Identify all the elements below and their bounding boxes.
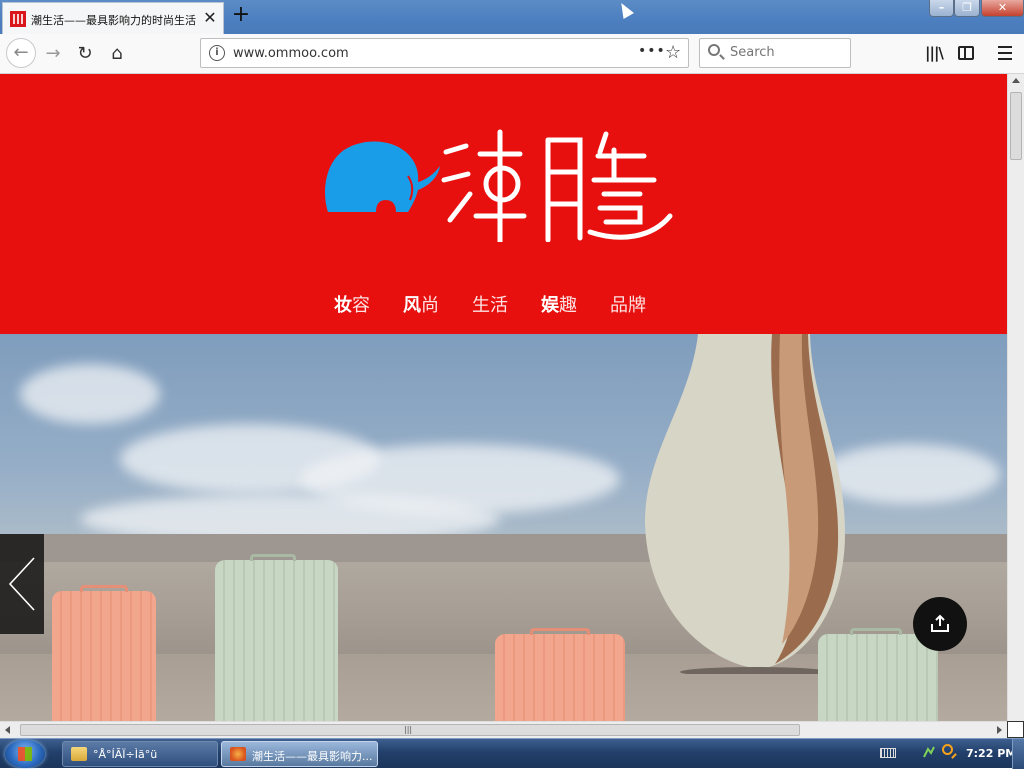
tab-title: 潮生活——最具影响力的时尚生活: [31, 14, 196, 27]
browser-tab-bar: 潮生活——最具影响力的时尚生活 ✕ + – ❐ ✕: [0, 0, 1024, 34]
hero-banner-image[interactable]: [0, 334, 1007, 721]
start-button[interactable]: [5, 740, 45, 768]
keyboard-icon[interactable]: [880, 748, 896, 758]
search-tray-icon[interactable]: [942, 744, 953, 755]
share-button[interactable]: [913, 597, 967, 651]
nav-item-fashion-rest: 尚: [421, 295, 439, 316]
home-button[interactable]: ⌂: [103, 40, 131, 68]
search-icon: [708, 44, 720, 56]
browser-tab[interactable]: 潮生活——最具影响力的时尚生活 ✕: [2, 2, 224, 34]
elephant-logo-icon[interactable]: [322, 134, 442, 219]
share-upload-icon: [931, 614, 949, 632]
cloud: [20, 364, 160, 424]
reload-button[interactable]: ↻: [71, 40, 99, 68]
carousel-prev-button[interactable]: [0, 534, 44, 634]
suitcase-handle: [530, 628, 590, 635]
taskbar-item-label: 潮生活——最具影响力...: [252, 750, 373, 763]
nav-item-entertainment-rest: 趣: [559, 295, 577, 316]
firefox-icon: [230, 747, 246, 761]
close-window-button[interactable]: ✕: [981, 0, 1024, 17]
show-desktop-button[interactable]: [1012, 739, 1024, 769]
address-url[interactable]: www.ommoo.com: [233, 46, 349, 61]
folder-icon: [71, 747, 87, 761]
navigation-toolbar: ← → ↻ ⌂ i www.ommoo.com ••• ☆: [0, 34, 1024, 74]
network-icon[interactable]: [922, 745, 936, 759]
vertical-scrollbar[interactable]: [1007, 74, 1024, 721]
taskbar-clock[interactable]: 7:22 PM: [966, 747, 1016, 760]
library-icon[interactable]: |||\: [925, 44, 944, 62]
nav-item-brand[interactable]: 品牌: [610, 291, 646, 317]
nav-item-makeup[interactable]: 妆容: [334, 291, 370, 317]
suitcase-handle: [80, 585, 128, 592]
close-tab-icon[interactable]: ✕: [200, 8, 220, 28]
search-bar[interactable]: [699, 38, 851, 68]
back-button[interactable]: ←: [6, 38, 36, 68]
scroll-left-arrow-icon[interactable]: [5, 726, 10, 734]
scroll-up-arrow-icon[interactable]: [1012, 78, 1020, 83]
vase-sculpture: [644, 334, 845, 674]
site-favicon-icon: [10, 11, 26, 27]
nav-item-life-rest: 活: [490, 295, 508, 316]
taskbar-item-firefox[interactable]: 潮生活——最具影响力...: [221, 741, 378, 767]
site-header: 妆容 风尚 生活 娱趣 品牌: [0, 74, 1007, 334]
site-logo-wordmark[interactable]: [440, 112, 675, 242]
nav-item-brand-first: 品: [610, 295, 628, 316]
forward-button[interactable]: →: [39, 40, 67, 68]
nav-item-makeup-first: 妆: [334, 295, 352, 316]
site-info-icon[interactable]: i: [209, 45, 225, 61]
scroll-grip-icon: |||: [404, 725, 413, 734]
suitcase: [818, 634, 938, 721]
nav-item-entertainment-first: 娱: [541, 295, 559, 316]
nav-item-life[interactable]: 生活: [472, 291, 508, 317]
vertical-scroll-thumb[interactable]: [1010, 92, 1022, 160]
nav-item-brand-rest: 牌: [628, 295, 646, 316]
horizontal-scrollbar[interactable]: |||: [0, 721, 1024, 738]
page-viewport: 妆容 风尚 生活 娱趣 品牌: [0, 74, 1007, 721]
suitcase-handle: [250, 554, 296, 561]
window-controls: – ❐ ✕: [928, 0, 1024, 18]
suitcase: [495, 634, 625, 721]
nav-item-fashion-first: 风: [403, 295, 421, 316]
nav-item-life-first: 生: [472, 295, 490, 316]
bookmark-star-icon[interactable]: ☆: [665, 42, 681, 63]
scrollbar-corner: [1007, 721, 1024, 738]
nav-item-fashion[interactable]: 风尚: [403, 291, 439, 317]
chevron-left-icon: [8, 557, 35, 611]
nav-item-entertainment[interactable]: 娱趣: [541, 291, 577, 317]
restore-window-button[interactable]: ❐: [954, 0, 980, 17]
hamburger-menu-icon[interactable]: [998, 46, 1012, 60]
mouse-cursor-icon: [616, 0, 634, 19]
page-actions-menu-icon[interactable]: •••: [638, 43, 666, 59]
suitcase: [52, 591, 156, 721]
sidebar-toggle-icon[interactable]: [958, 46, 974, 60]
suitcase: [215, 560, 338, 721]
taskbar-item-explorer[interactable]: °Å°ÍÃÏ÷Ìã°ü: [62, 741, 218, 767]
taskbar-item-label: °Å°ÍÃÏ÷Ìã°ü: [93, 748, 158, 761]
address-bar[interactable]: i www.ommoo.com ••• ☆: [200, 38, 689, 68]
nav-item-makeup-rest: 容: [352, 295, 370, 316]
new-tab-button[interactable]: +: [229, 4, 253, 28]
suitcase-handle: [850, 628, 902, 635]
scroll-right-arrow-icon[interactable]: [997, 726, 1002, 734]
search-input[interactable]: [730, 45, 840, 60]
seawall-ledge: [0, 534, 1007, 562]
windows-taskbar: °Å°ÍÃÏ÷Ìã°ü 潮生活——最具影响力... 7:22 PM: [0, 738, 1024, 769]
minimize-window-button[interactable]: –: [929, 0, 954, 17]
